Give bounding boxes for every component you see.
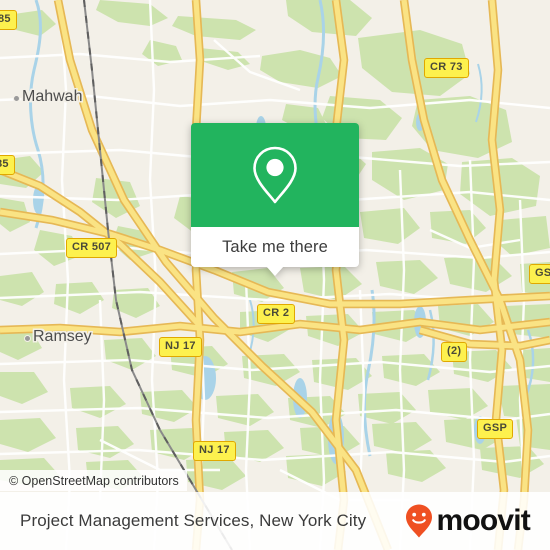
place-label-mahwah: Mahwah — [22, 88, 83, 105]
map-attribution[interactable]: © OpenStreetMap contributors — [0, 470, 187, 491]
road-shield-gsp-lower[interactable]: GSP — [477, 419, 514, 439]
road-shield-85-top[interactable]: 85 — [0, 10, 17, 30]
popup-header — [191, 123, 359, 227]
road-shield-gsp-right[interactable]: GSP — [529, 264, 550, 284]
map-pin-icon — [253, 146, 297, 204]
road-shield-cr-2[interactable]: CR 2 — [257, 304, 296, 324]
location-title: Project Management Services, New York Ci… — [20, 511, 367, 530]
moovit-wordmark: moovit — [436, 504, 530, 537]
road-shield-nj-17-upper[interactable]: NJ 17 — [159, 337, 202, 357]
road-shield-cr-73[interactable]: CR 73 — [424, 58, 469, 78]
attribution-text: © OpenStreetMap contributors — [9, 473, 179, 488]
road-shield-cr-507[interactable]: CR 507 — [66, 238, 118, 258]
moovit-logo[interactable]: moovit — [404, 503, 531, 539]
place-label-ramsey: Ramsey — [33, 328, 92, 345]
map-screenshot: Mahwah Ramsey 85 CR 73 85 CR 507 GSP CR … — [0, 0, 550, 550]
moovit-pin-icon — [406, 504, 433, 538]
popup-pointer-tail — [266, 266, 284, 276]
road-shield-2[interactable]: (2) — [441, 342, 468, 362]
footer-bar: Project Management Services, New York Ci… — [0, 492, 550, 550]
popup-action-bar[interactable]: Take me there — [191, 227, 359, 276]
place-dot-ramsey — [24, 335, 31, 342]
road-shield-nj-17-lower[interactable]: NJ 17 — [193, 441, 236, 461]
place-dot-mahwah — [13, 95, 20, 102]
location-popup-card[interactable]: Take me there — [191, 123, 359, 276]
road-shield-85-left[interactable]: 85 — [0, 155, 15, 175]
take-me-there-label: Take me there — [222, 237, 328, 256]
